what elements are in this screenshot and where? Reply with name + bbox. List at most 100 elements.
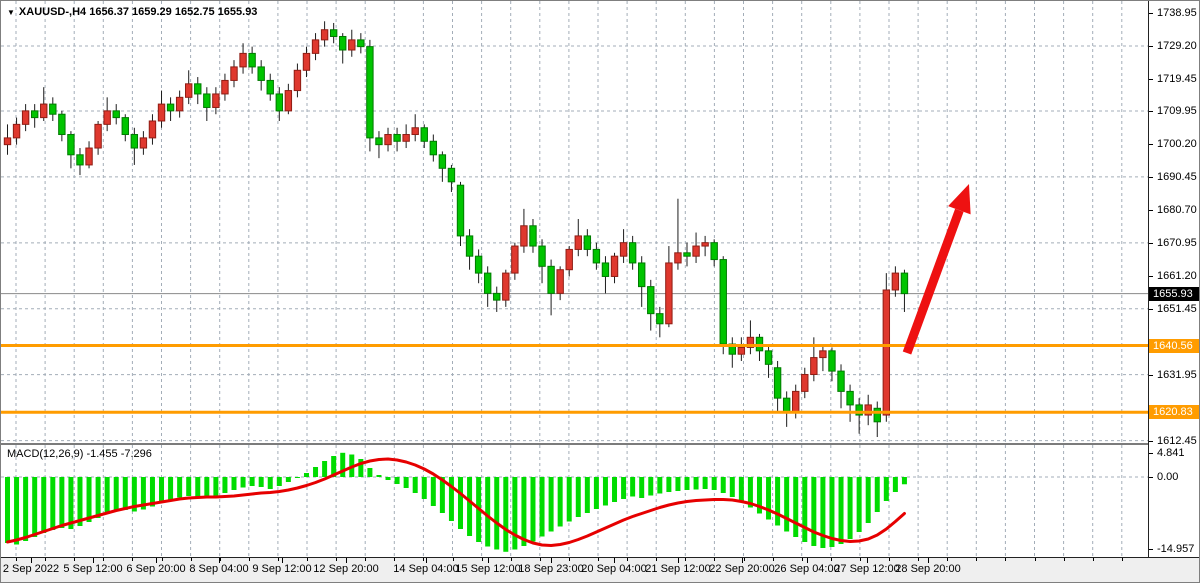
macd-bar	[603, 477, 608, 506]
candle-body	[367, 47, 373, 138]
time-axis-minor-tick	[1005, 558, 1006, 561]
time-axis-minor-tick	[74, 558, 75, 561]
axis-tick	[1149, 79, 1153, 80]
macd-bar	[657, 477, 662, 494]
candle-body	[430, 141, 436, 155]
macd-bar	[241, 477, 246, 488]
price-axis-label: 1700.20	[1157, 138, 1197, 150]
time-axis-minor-tick	[598, 558, 599, 561]
candle-body	[620, 243, 626, 257]
candle-body	[611, 256, 617, 276]
candle-body	[240, 53, 246, 67]
macd-bar	[630, 477, 635, 497]
price-axis-label: 1709.95	[1157, 105, 1197, 117]
axis-tick	[1149, 46, 1153, 47]
candle-body	[4, 138, 10, 145]
time-axis-minor-tick	[365, 558, 366, 561]
macd-bar	[5, 477, 10, 543]
macd-bar	[567, 477, 572, 522]
time-axis-minor-tick	[45, 558, 46, 561]
candle-body	[376, 138, 382, 145]
candle-body	[711, 243, 717, 260]
macd-bar	[648, 477, 653, 496]
macd-bar	[213, 477, 218, 496]
macd-bar	[503, 477, 508, 552]
candle-body	[512, 246, 518, 273]
macd-bar	[286, 477, 291, 482]
time-axis-minor-tick	[802, 558, 803, 561]
candle-body	[77, 155, 83, 165]
macd-bar	[585, 477, 590, 513]
time-axis-minor-tick	[453, 558, 454, 561]
macd-bar	[685, 477, 690, 490]
macd-bar	[32, 477, 37, 537]
candle-body	[140, 138, 146, 148]
candle-body	[720, 260, 726, 345]
macd-bar	[431, 477, 436, 506]
candle-body	[648, 287, 654, 314]
candle-body	[330, 30, 336, 37]
axis-tick	[1149, 549, 1153, 550]
axis-tick	[1149, 453, 1153, 454]
time-axis-minor-tick	[307, 558, 308, 561]
macd-bar	[540, 477, 545, 537]
candle-body	[874, 408, 880, 422]
price-axis-label: 1631.95	[1157, 369, 1197, 381]
candle-body	[793, 391, 799, 411]
candle-body	[285, 91, 291, 111]
time-axis-minor-tick	[569, 558, 570, 561]
macd-axis-label: -14.957	[1157, 543, 1194, 555]
chart-window: ▼ XAUUSD-,H4 1656.37 1659.29 1652.75 165…	[0, 0, 1200, 583]
candle-body	[294, 70, 300, 90]
time-axis-label: 22 Sep 20:00	[709, 563, 774, 575]
price-axis-label: 1690.45	[1157, 171, 1197, 183]
time-axis[interactable]: 2 Sep 20225 Sep 12:006 Sep 20:008 Sep 04…	[1, 558, 1200, 583]
macd-bar	[23, 477, 28, 541]
macd-bar	[793, 477, 798, 537]
price-axis[interactable]: 1738.951729.201719.451709.951700.201690.…	[1149, 1, 1200, 557]
candle-body	[548, 266, 554, 293]
candle-body	[222, 80, 228, 94]
macd-chart[interactable]	[1, 445, 1148, 557]
time-axis-minor-tick	[744, 558, 745, 561]
macd-bar	[159, 477, 164, 503]
candle-body	[829, 351, 835, 371]
pane-separator[interactable]	[1, 443, 1200, 445]
macd-bar	[521, 477, 526, 546]
time-axis-label: 21 Sep 12:00	[645, 563, 710, 575]
macd-bar	[232, 477, 237, 490]
candle-body	[113, 111, 119, 118]
macd-bar	[893, 477, 898, 492]
candle-body	[765, 351, 771, 365]
macd-bar	[123, 477, 128, 510]
time-axis-label: 20 Sep 04:00	[581, 563, 646, 575]
candle-body	[303, 53, 309, 70]
macd-bar	[485, 477, 490, 547]
price-chart[interactable]	[1, 1, 1148, 443]
axis-tick	[1149, 13, 1153, 14]
macd-bar	[712, 477, 717, 490]
macd-bar	[612, 477, 617, 502]
macd-bar	[422, 477, 427, 499]
macd-bar	[304, 473, 309, 477]
time-axis-minor-tick	[423, 558, 424, 561]
macd-histogram	[5, 453, 907, 552]
symbol-dropdown-icon[interactable]: ▼	[7, 8, 15, 17]
macd-bar	[404, 477, 409, 488]
macd-bar	[694, 477, 699, 490]
macd-bar	[857, 477, 862, 532]
price-axis-label: 1719.45	[1157, 73, 1197, 85]
plot-area[interactable]: ▼ XAUUSD-,H4 1656.37 1659.29 1652.75 165…	[1, 1, 1148, 583]
time-axis-label: 26 Sep 04:00	[774, 563, 839, 575]
candle-body	[593, 249, 599, 263]
macd-bar	[105, 477, 110, 514]
candle-body	[312, 40, 318, 54]
candle-body	[358, 40, 364, 47]
symbol-header[interactable]: ▼ XAUUSD-,H4 1656.37 1659.29 1652.75 165…	[7, 6, 257, 18]
candle-body	[176, 97, 182, 111]
trend-arrow[interactable]	[907, 184, 971, 353]
axis-tick	[1149, 375, 1153, 376]
macd-bar	[41, 477, 46, 533]
macd-bar	[222, 477, 227, 493]
candle-body	[340, 36, 346, 50]
